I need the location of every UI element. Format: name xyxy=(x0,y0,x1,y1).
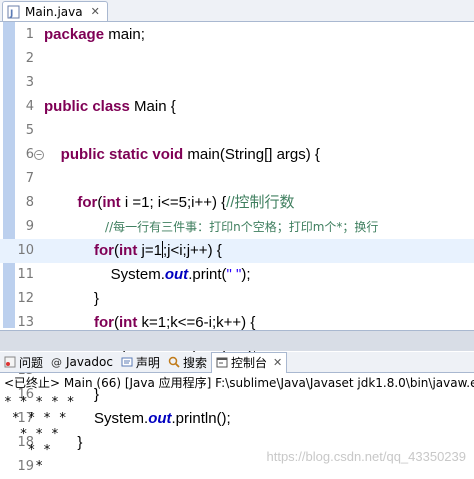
fold-toggle-icon[interactable]: − xyxy=(34,150,44,160)
view-tab-label: 搜索 xyxy=(182,355,207,370)
line-number: 12 xyxy=(17,291,34,306)
panel-separator xyxy=(0,330,474,351)
line-number: 8 xyxy=(25,195,34,210)
code-line[interactable]: 3 xyxy=(0,71,474,95)
editor-tab-main-java[interactable]: J Main.java ✕ xyxy=(2,1,108,21)
code-text: } xyxy=(44,287,99,311)
line-number: 10 xyxy=(17,243,34,258)
code-text: public static void main(String[] args) { xyxy=(44,143,320,167)
code-token: .print( xyxy=(188,266,227,283)
code-token: package xyxy=(44,26,105,43)
code-token: for xyxy=(94,314,115,331)
svg-text:J: J xyxy=(9,9,13,19)
line-number: 11 xyxy=(17,267,34,282)
code-line[interactable]: 1 package main; xyxy=(0,23,474,47)
console-line: * * xyxy=(4,443,51,458)
code-token: Main { xyxy=(129,98,176,115)
code-line[interactable]: 12 } xyxy=(0,287,474,311)
code-token: //每一行有三件事：打印n个空格；打印m个*；换行 xyxy=(105,220,379,234)
code-token: ;j<i;j++) { xyxy=(162,242,222,259)
console-line: * * * xyxy=(4,427,59,442)
line-number: 6 xyxy=(25,147,34,162)
console-line: * * * * xyxy=(4,411,67,426)
code-line[interactable]: 8 for(int i =1; i<=5;i++) {//控制行数 xyxy=(0,191,474,215)
code-text: for(int j=1;j<i;j++) { xyxy=(44,239,222,263)
line-number: 2 xyxy=(25,51,34,66)
editor-tab-label: Main.java xyxy=(25,4,83,19)
javadoc-icon: @ xyxy=(51,356,63,369)
line-number: 5 xyxy=(25,123,34,138)
view-tab-console[interactable]: 控制台 ✕ xyxy=(210,351,288,373)
line-number: 9 xyxy=(25,219,34,234)
code-line[interactable]: 5 xyxy=(0,119,474,143)
close-icon[interactable]: ✕ xyxy=(91,5,100,18)
console-line: * * * * * xyxy=(4,395,75,410)
java-file-icon: J xyxy=(7,5,21,19)
problems-icon xyxy=(4,356,16,368)
code-editor[interactable]: 1 package main; 2 3 4 public class Main { 5 6− … xyxy=(0,22,474,474)
code-line[interactable]: 11 System.out.print(" "); xyxy=(0,263,474,287)
line-number: 1 xyxy=(25,27,34,42)
line-number: 7 xyxy=(25,171,34,186)
console-view-tabs: 问题 @ Javadoc 声明 搜索 控制台 ✕ xyxy=(0,351,474,373)
view-tab-search[interactable]: 搜索 xyxy=(164,352,211,372)
code-token: int xyxy=(119,314,138,331)
view-tab-problems[interactable]: 问题 xyxy=(0,352,47,372)
close-icon[interactable]: ✕ xyxy=(273,356,282,369)
code-line[interactable]: 6− public static void main(String[] args… xyxy=(0,143,474,167)
code-token: main; xyxy=(104,26,145,43)
code-line[interactable]: 9 //每一行有三件事：打印n个空格；打印m个*；换行 xyxy=(0,215,474,239)
code-text: public class Main { xyxy=(44,95,176,119)
watermark: https://blog.csdn.net/qq_43350239 xyxy=(266,449,467,464)
code-token: } xyxy=(44,290,100,307)
view-tab-label: 问题 xyxy=(19,355,44,370)
view-tab-label: 声明 xyxy=(135,355,160,370)
code-line[interactable]: 2 xyxy=(0,47,474,71)
code-token: public class xyxy=(44,98,130,115)
code-token: System. xyxy=(44,266,165,283)
code-token: k=1;k<=6-i;k++) { xyxy=(137,314,256,331)
view-tab-declaration[interactable]: 声明 xyxy=(117,352,164,372)
search-icon xyxy=(168,356,180,368)
code-token: main(String[] args) { xyxy=(183,146,320,163)
view-tab-javadoc[interactable]: @ Javadoc xyxy=(47,352,117,372)
code-token: int xyxy=(119,242,138,259)
code-line[interactable]: 7 xyxy=(0,167,474,191)
code-text: for(int i =1; i<=5;i++) {//控制行数 xyxy=(44,191,295,215)
code-text: package main; xyxy=(44,23,145,47)
console-icon xyxy=(216,357,228,369)
code-token: " " xyxy=(226,266,242,283)
view-tab-label: Javadoc xyxy=(66,355,113,369)
code-line[interactable]: 10 for(int j=1;j<i;j++) { xyxy=(0,239,474,263)
code-token: for xyxy=(77,194,98,211)
console-line: * xyxy=(4,459,44,474)
console-status: <已终止> Main (66) [Java 应用程序] F:\sublime\J… xyxy=(4,376,474,390)
code-token: j=1 xyxy=(137,242,162,259)
code-token: //控制行数 xyxy=(226,194,295,211)
code-token: public static void xyxy=(60,146,184,163)
code-token: int xyxy=(102,194,121,211)
declaration-icon xyxy=(121,356,133,368)
code-text: //每一行有三件事：打印n个空格；打印m个*；换行 xyxy=(44,215,378,239)
view-tab-label: 控制台 xyxy=(230,356,267,370)
editor-tab-bar: J Main.java ✕ xyxy=(0,0,474,22)
svg-text:@: @ xyxy=(51,356,62,368)
line-number: 4 xyxy=(25,99,34,114)
code-token: out xyxy=(164,266,189,283)
code-token: ); xyxy=(241,266,251,283)
line-number: 3 xyxy=(25,75,34,90)
code-token: for xyxy=(94,242,115,259)
code-line[interactable]: 4 public class Main { xyxy=(0,95,474,119)
code-text: System.out.print(" "); xyxy=(44,263,251,287)
code-token: i =1; i<=5;i++) { xyxy=(120,194,227,211)
